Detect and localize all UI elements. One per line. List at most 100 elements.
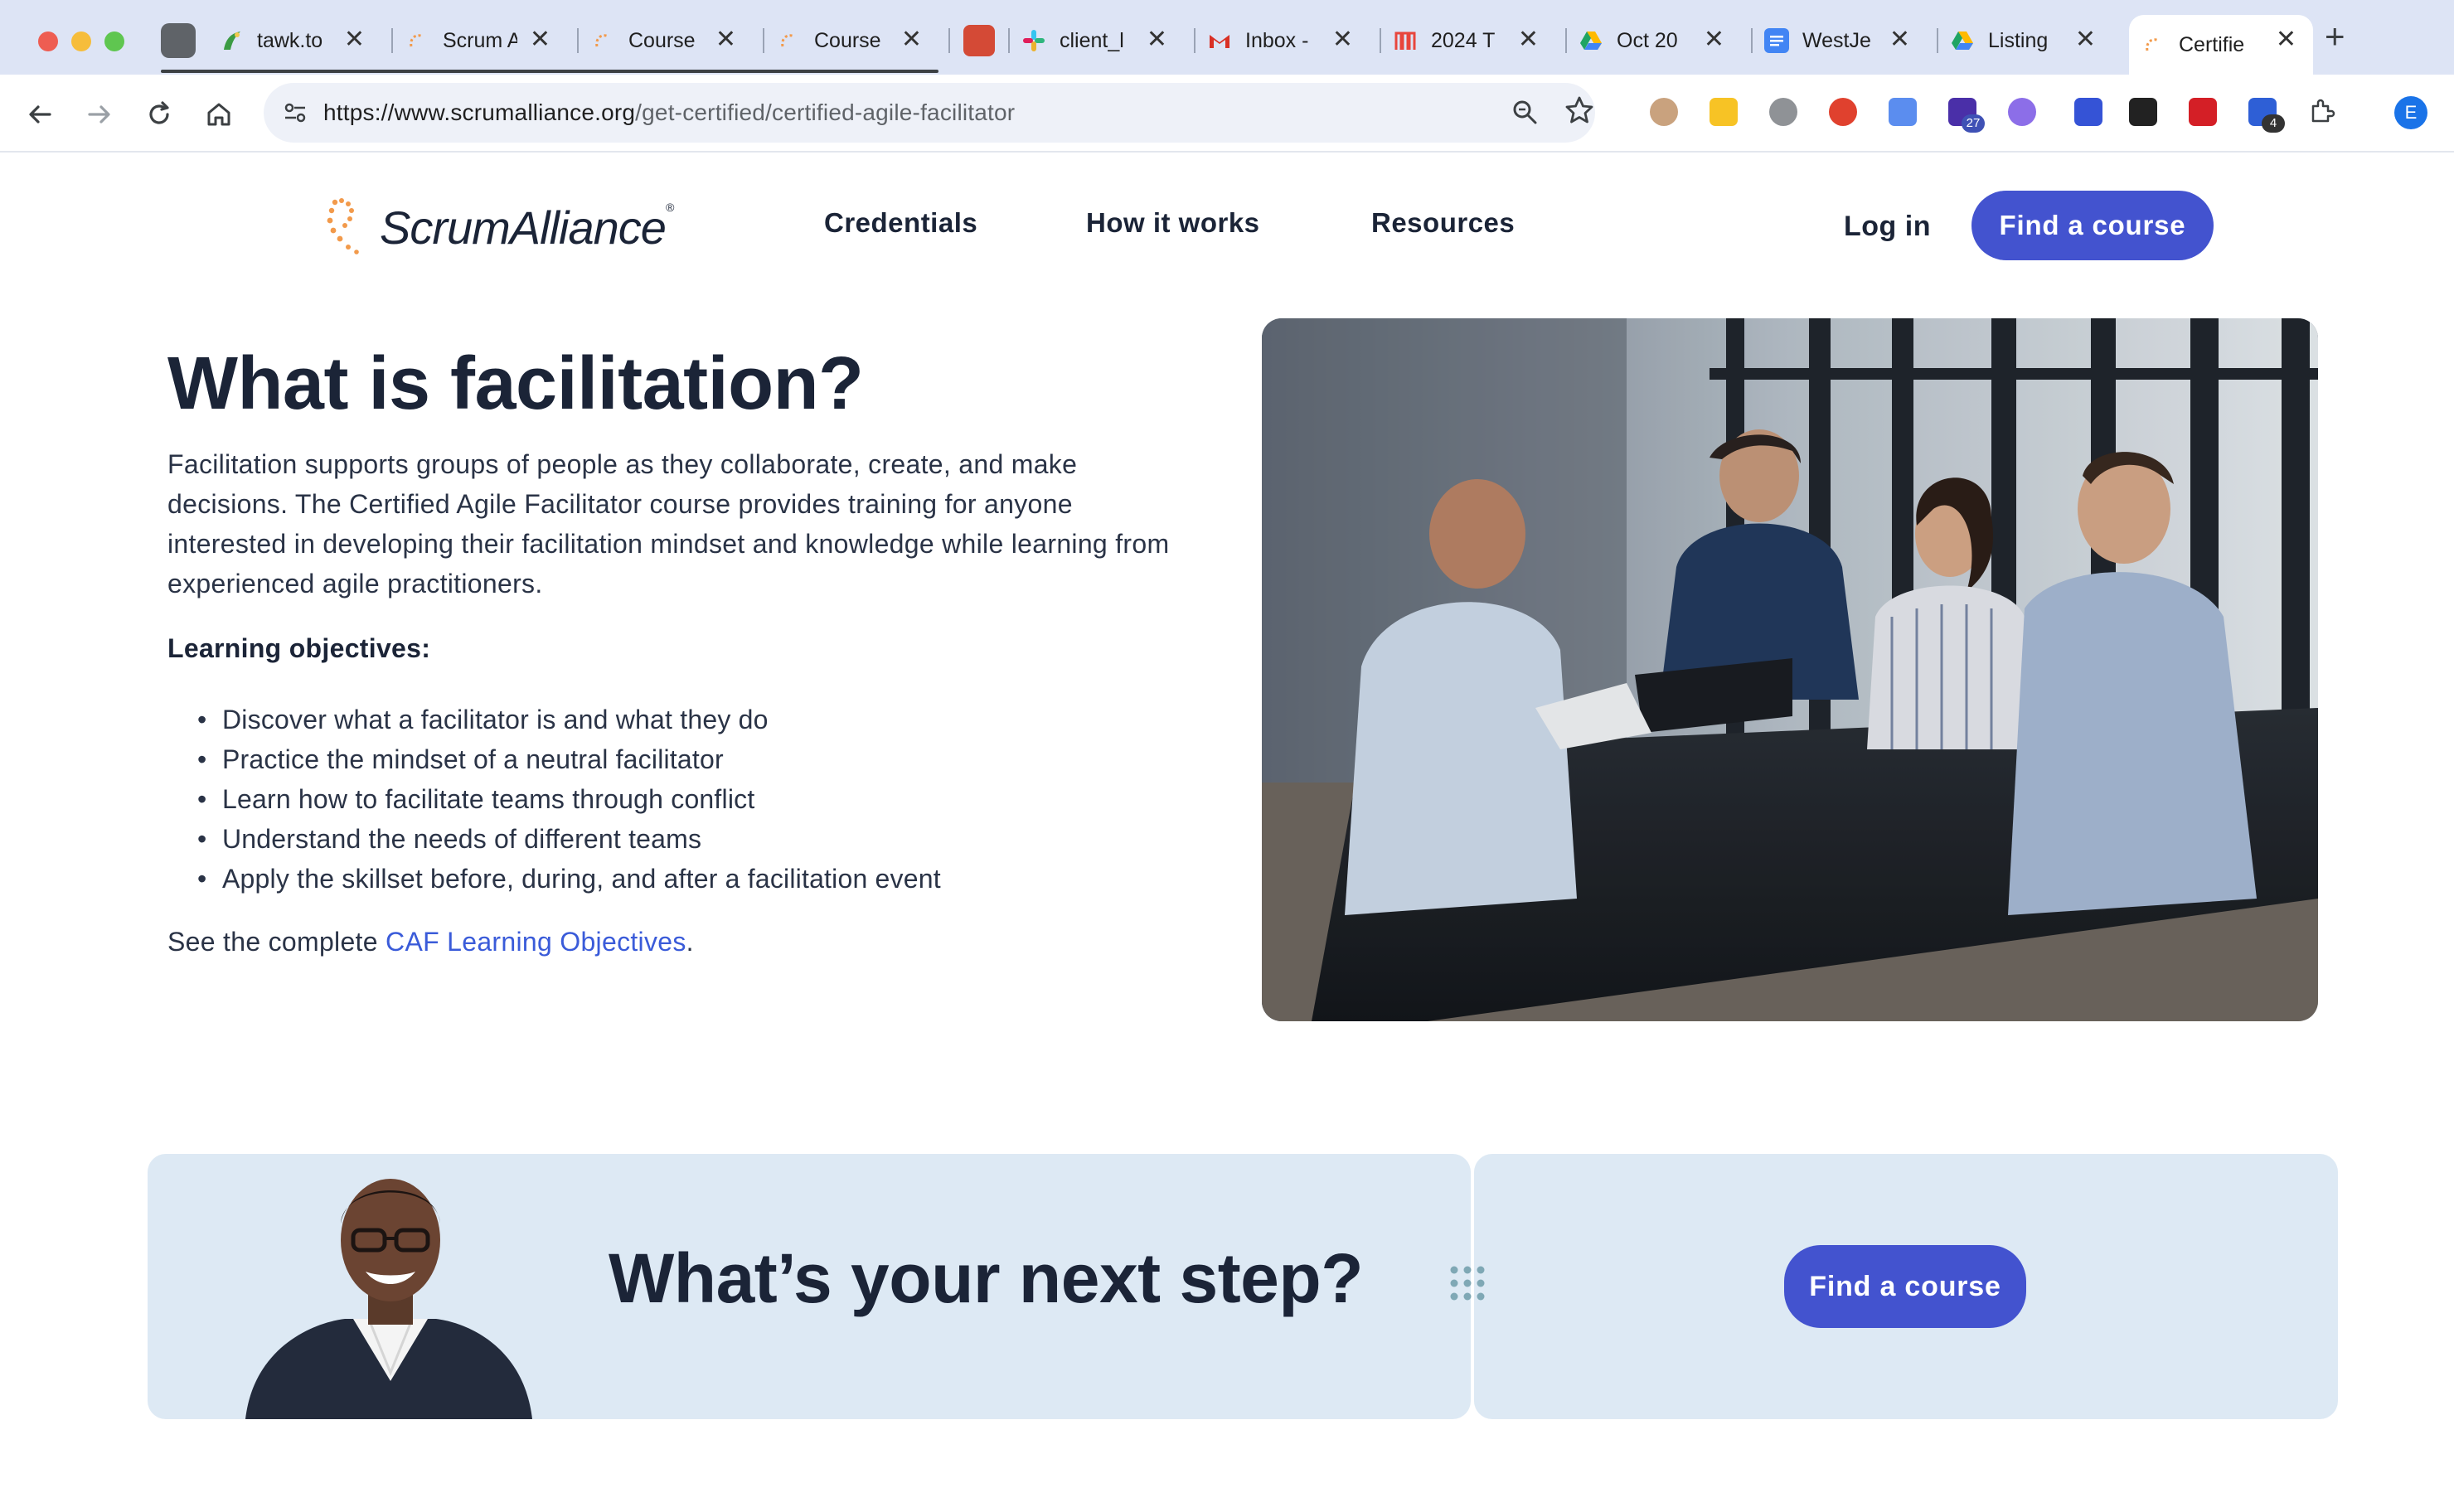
scrumalliance-icon xyxy=(2141,32,2165,57)
browser-toolbar: https://www.scrumalliance.org/get-certif… xyxy=(0,75,2454,153)
tab-title: Scrum A xyxy=(443,28,517,52)
tab-close-icon[interactable]: ✕ xyxy=(2075,27,2096,52)
forward-arrow-icon[interactable] xyxy=(76,91,123,138)
browser-tab-active[interactable]: Certifie ✕ xyxy=(2129,15,2313,75)
objectives-link-line: See the complete CAF Learning Objectives… xyxy=(167,927,694,957)
browser-tab[interactable]: Listing ✕ xyxy=(1938,15,2112,66)
extensions-puzzle-icon[interactable] xyxy=(2308,98,2336,126)
browser-tab[interactable]: Course ✕ xyxy=(579,15,753,66)
new-tab-plus-icon[interactable]: + xyxy=(2325,17,2345,56)
browser-tab[interactable]: tawk.to ✕ xyxy=(207,15,381,66)
tab-close-icon[interactable]: ✕ xyxy=(530,27,550,52)
tab-title: Listing xyxy=(1988,28,2049,52)
extension-red-icon[interactable] xyxy=(1829,98,1857,126)
tab-close-icon[interactable]: ✕ xyxy=(1332,27,1353,52)
objectives-list: Discover what a facilitator is and what … xyxy=(197,700,941,899)
tab-title: WestJe xyxy=(1802,28,1871,52)
nav-resources[interactable]: Resources xyxy=(1371,207,1515,239)
extension-flipboard-icon[interactable] xyxy=(2189,98,2217,126)
tab-close-icon[interactable]: ✕ xyxy=(1147,27,1167,52)
scrumalliance-icon xyxy=(590,28,615,53)
browser-tab[interactable]: Scrum A ✕ xyxy=(393,15,567,66)
scrumalliance-icon xyxy=(405,28,429,53)
cta-find-a-course-button[interactable]: Find a course xyxy=(1784,1245,2026,1328)
intro-paragraph: Facilitation supports groups of people a… xyxy=(167,449,1170,598)
caf-learning-objectives-link[interactable]: CAF Learning Objectives xyxy=(386,927,686,957)
web-page: ScrumAlliance® Credentials How it works … xyxy=(0,153,2454,1512)
app-icon xyxy=(963,25,995,56)
tab-title: 2024 T xyxy=(1431,28,1496,52)
extension-badge: 4 xyxy=(2262,114,2285,133)
browser-tab[interactable]: Oct 20 ✕ xyxy=(1567,15,1741,66)
list-item: Apply the skillset before, during, and a… xyxy=(197,859,941,899)
tab-close-icon[interactable]: ✕ xyxy=(1518,27,1539,52)
decorative-dots-icon xyxy=(1449,1265,1496,1311)
site-logo[interactable]: ScrumAlliance® xyxy=(323,194,674,260)
objectives-heading: Learning objectives: xyxy=(167,633,431,663)
tab-close-icon[interactable]: ✕ xyxy=(2276,27,2296,52)
tab-title: Certifie xyxy=(2179,32,2245,56)
list-item: Discover what a facilitator is and what … xyxy=(197,700,941,739)
tab-close-icon[interactable]: ✕ xyxy=(1704,27,1724,52)
slack-icon xyxy=(1021,28,1046,53)
browser-tab[interactable]: client_l ✕ xyxy=(1010,15,1184,66)
site-info-icon[interactable] xyxy=(282,99,308,126)
find-a-course-button[interactable]: Find a course xyxy=(1971,191,2214,260)
browser-tab[interactable]: 2024 T ✕ xyxy=(1381,15,1555,66)
bookmark-star-icon[interactable] xyxy=(1564,94,1595,134)
browser-tab-pinned[interactable] xyxy=(952,15,1010,66)
tab-group-underline xyxy=(161,70,938,73)
extension-translate-icon[interactable] xyxy=(1889,98,1917,126)
google-docs-icon xyxy=(1764,28,1789,53)
tab-title: tawk.to xyxy=(257,28,323,52)
address-bar[interactable]: https://www.scrumalliance.org/get-certif… xyxy=(264,83,1595,143)
zoom-icon[interactable] xyxy=(1511,98,1539,133)
tab-close-icon[interactable]: ✕ xyxy=(715,27,736,52)
extension-grammarly-icon[interactable] xyxy=(1769,98,1797,126)
extension-keep-icon[interactable] xyxy=(1710,98,1738,126)
logo-wordmark: ScrumAlliance® xyxy=(380,200,674,254)
extension-graduation-icon[interactable]: 27 xyxy=(1948,98,1985,133)
window-zoom-button[interactable] xyxy=(104,32,124,51)
smiling-man-illustration xyxy=(245,1179,532,1419)
tab-title: Oct 20 xyxy=(1617,28,1678,52)
list-item: Understand the needs of different teams xyxy=(197,819,941,859)
browser-tab[interactable]: Course ✕ xyxy=(764,15,938,66)
person-portrait xyxy=(245,1174,532,1419)
back-arrow-icon[interactable] xyxy=(17,91,63,138)
tab-close-icon[interactable]: ✕ xyxy=(1889,27,1910,52)
login-link[interactable]: Log in xyxy=(1844,211,1931,243)
scrumalliance-logo-icon xyxy=(327,198,359,254)
window-minimize-button[interactable] xyxy=(71,32,91,51)
url-text[interactable]: https://www.scrumalliance.org/get-certif… xyxy=(323,99,1015,126)
extension-font-icon[interactable] xyxy=(2129,98,2157,126)
tawk-icon xyxy=(219,28,244,53)
extension-chat-icon[interactable] xyxy=(2008,98,2036,126)
browser-tab[interactable]: WestJe ✕ xyxy=(1753,15,1927,66)
extension-tabs-icon[interactable]: 4 xyxy=(2248,98,2285,133)
tab-close-icon[interactable]: ✕ xyxy=(344,27,365,52)
profile-avatar[interactable]: E xyxy=(2394,96,2427,129)
nav-how-it-works[interactable]: How it works xyxy=(1086,207,1260,239)
meeting-photo xyxy=(1262,318,2318,1021)
meeting-photo-illustration xyxy=(1262,318,2318,1021)
browser-tab-strip: tawk.to ✕ Scrum A ✕ Course ✕ Course ✕ cl… xyxy=(0,0,2454,75)
reload-icon[interactable] xyxy=(136,91,182,138)
extension-badge: 27 xyxy=(1962,114,1985,133)
tab-divider xyxy=(948,28,950,53)
extension-face-icon[interactable] xyxy=(1650,98,1678,126)
extension-pen-icon[interactable] xyxy=(2074,98,2102,126)
tab-close-icon[interactable]: ✕ xyxy=(901,27,922,52)
browser-tab[interactable]: Inbox - ✕ xyxy=(1195,15,1370,66)
nav-credentials[interactable]: Credentials xyxy=(824,207,977,239)
miro-icon xyxy=(1393,28,1418,53)
home-icon[interactable] xyxy=(196,91,242,138)
scrumalliance-icon xyxy=(776,28,801,53)
cta-heading: What’s your next step? xyxy=(609,1239,1364,1317)
list-item: Practice the mindset of a neutral facili… xyxy=(197,739,941,779)
tab-title: client_l xyxy=(1060,28,1124,52)
gmail-icon xyxy=(1207,28,1232,53)
window-close-button[interactable] xyxy=(38,32,58,51)
tab-group-icon[interactable] xyxy=(161,23,196,58)
google-drive-icon xyxy=(1950,28,1975,53)
